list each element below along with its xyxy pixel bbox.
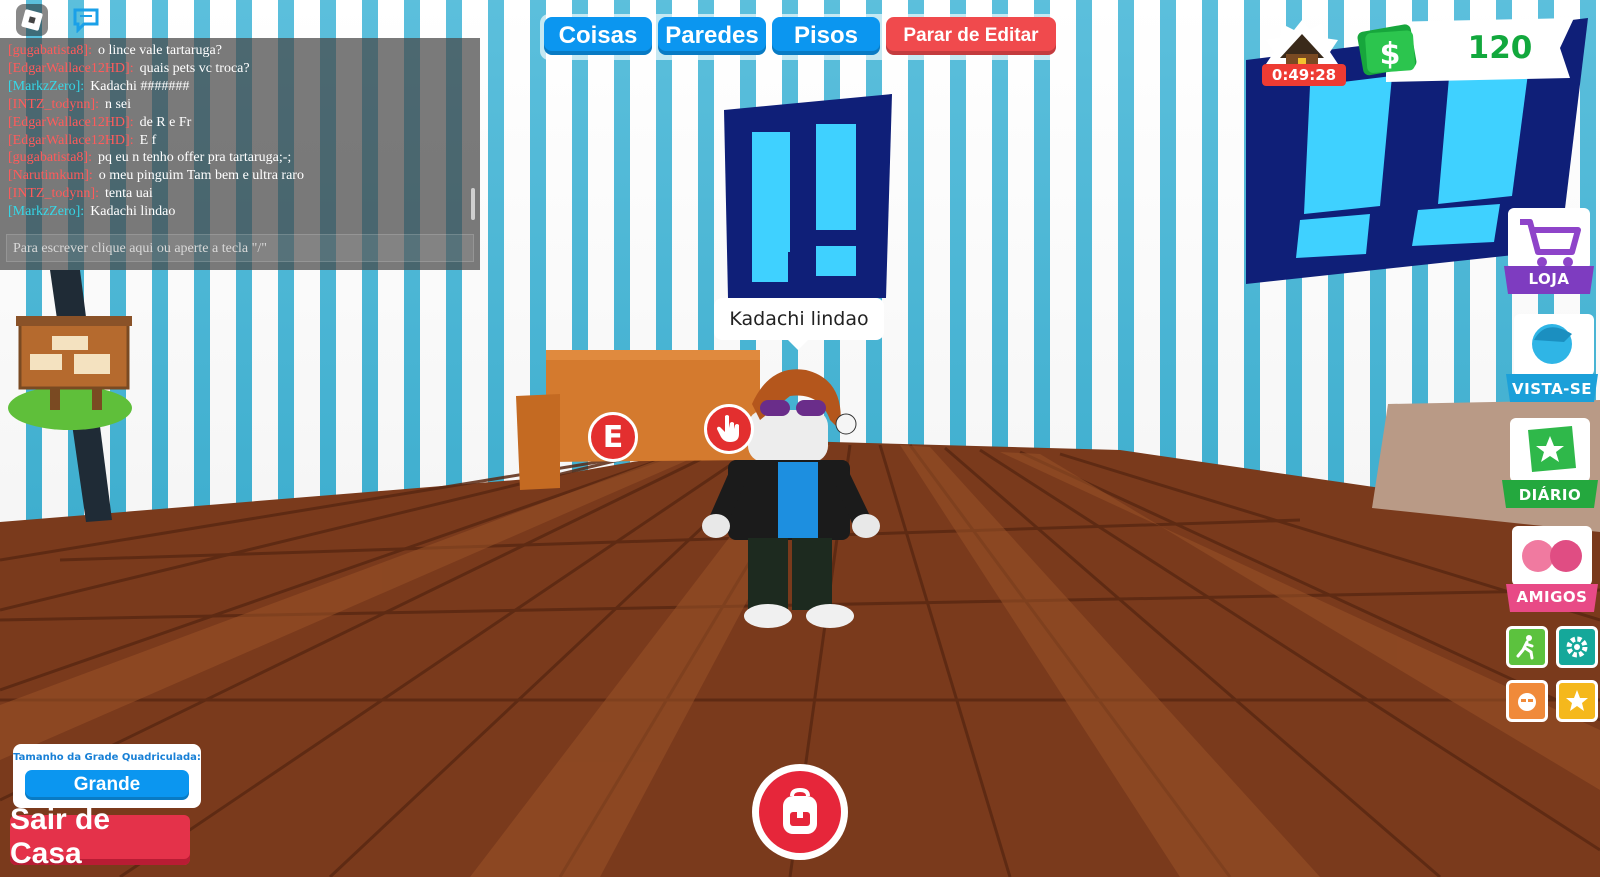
chat-message: [EdgarWallace12HD]: E f [8,132,468,150]
emote-button[interactable] [1506,626,1548,668]
chat-text: E f [139,132,157,148]
chat-username[interactable]: [INTZ_todynn]: [8,186,99,201]
chat-input[interactable]: Para escrever clique aqui ou aperte a te… [6,234,474,262]
chat-bubble-icon [73,8,99,33]
chat-window: [gugabatista8]: o lince vale tartaruga? [E… [0,38,480,270]
chat-username[interactable]: [Narutimkum]: [8,168,93,183]
chat-username[interactable]: [INTZ_todynn]: [8,97,99,112]
grid-size-title: Tamanho da Grade Quadriculada: [13,752,201,763]
chat-text: de R e Fr [139,114,192,130]
shop-label: LOJA [1528,270,1570,288]
tab-things[interactable]: Coisas [544,17,652,55]
e-key-prompt[interactable]: E [588,412,638,462]
backpack-button[interactable] [752,764,848,860]
chat-message: [EdgarWallace12HD]: de R e Fr [8,114,468,132]
backpack-circle [759,771,841,853]
chat-username[interactable]: [MarkzZero]: [8,79,84,94]
svg-text:$: $ [1380,37,1401,72]
chat-message: [gugabatista8]: o lince vale tartaruga? [8,42,468,60]
chat-text: Kadachi ####### [90,78,190,94]
journal-button[interactable]: DIÁRIO [1502,414,1598,510]
settings-button[interactable] [1556,626,1598,668]
chat-text: tenta uai [104,186,153,202]
timer-badge: 0:49:28 [1262,64,1346,86]
chat-username[interactable]: [gugabatista8]: [8,43,92,58]
chat-text: pq eu n tenho offer pra tartaruga;-; [97,150,292,166]
chat-username[interactable]: [gugabatista8]: [8,150,92,165]
dress-up-button[interactable]: VISTA-SE [1506,310,1598,404]
chat-toggle-button[interactable] [70,4,102,36]
chat-text: quais pets vc troca? [139,60,250,76]
roblox-logo-icon [20,8,44,32]
chat-message: [gugabatista8]: pq eu n tenho offer pra t… [8,149,468,167]
running-person-icon [1516,635,1534,660]
trade-button[interactable] [1506,680,1548,722]
grid-size-panel: Tamanho da Grade Quadriculada: Grande [13,744,201,808]
pointing-hand-icon [717,415,739,442]
star-icon [1566,690,1588,711]
dress-up-label: VISTA-SE [1512,380,1592,398]
tab-walls[interactable]: Paredes [658,17,766,55]
speech-bubble: Kadachi lindao [714,298,884,350]
money-icon: $ [1357,24,1417,76]
character-face-icon [1518,693,1536,711]
friends-label: AMIGOS [1516,588,1588,606]
backpack-icon [783,788,817,834]
chat-message: [MarkzZero]: Kadachi lindao [8,203,468,221]
money-amount: 120 [1467,30,1533,66]
chat-username[interactable]: [EdgarWallace12HD]: [8,115,134,130]
grid-size-button[interactable]: Grande [25,770,189,800]
chat-message: [INTZ_todynn]: n sei [8,96,468,114]
chat-message: [INTZ_todynn]: tenta uai [8,185,468,203]
chat-message: [Narutimkum]: o meu pinguim Tam bem e ult… [8,167,468,185]
chat-username[interactable]: [EdgarWallace12HD]: [8,133,134,148]
chat-log[interactable]: [gugabatista8]: o lince vale tartaruga? [E… [8,42,468,224]
tab-floors[interactable]: Pisos [772,17,880,55]
favorites-button[interactable] [1556,680,1598,722]
chat-message: [MarkzZero]: Kadachi ####### [8,78,468,96]
friends-button[interactable]: AMIGOS [1506,522,1598,614]
roblox-menu-button[interactable] [16,4,48,36]
gear-icon [1566,636,1588,658]
interact-prompt[interactable] [704,404,754,454]
chat-text: n sei [104,96,132,112]
chat-message: [EdgarWallace12HD]: quais pets vc troca? [8,60,468,78]
leave-house-button[interactable]: Sair de Casa [10,803,190,870]
edit-toolbar: Coisas Paredes Pisos Parar de Editar [540,14,1060,60]
chat-username[interactable]: [EdgarWallace12HD]: [8,61,134,76]
stop-editing-button[interactable]: Parar de Editar [886,17,1056,55]
chat-scrollbar[interactable] [471,188,475,220]
chat-text: o meu pinguim Tam bem e ultra raro [98,168,304,184]
chat-text: o lince vale tartaruga? [97,43,222,58]
chat-text: Kadachi lindao [90,204,176,220]
chat-username[interactable]: [MarkzZero]: [8,204,84,219]
shop-button[interactable]: LOJA [1504,204,1594,296]
journal-label: DIÁRIO [1518,486,1582,504]
